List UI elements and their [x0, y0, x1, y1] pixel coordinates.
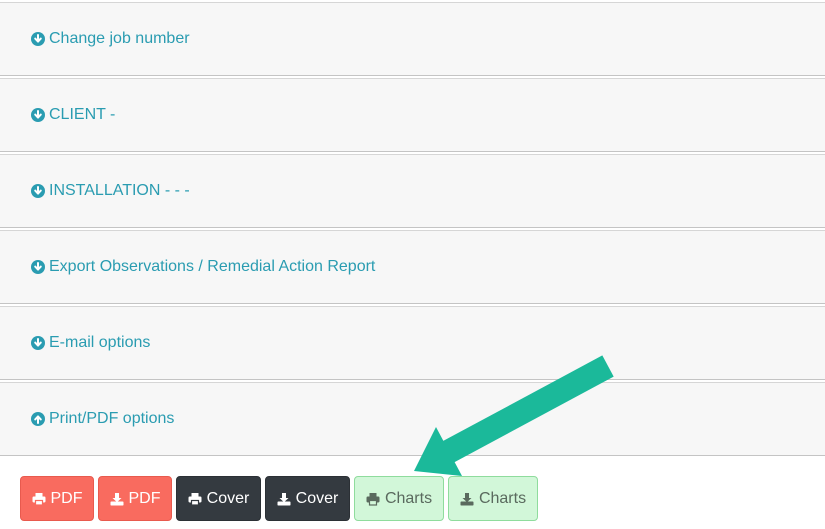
- print-icon: [32, 492, 46, 506]
- panel-client: CLIENT -: [0, 78, 825, 152]
- panel-toggle-client[interactable]: CLIENT -: [31, 106, 115, 124]
- button-label: Cover: [206, 489, 250, 507]
- download-icon: [460, 492, 474, 506]
- panel-print-pdf-options: Print/PDF options: [0, 382, 825, 456]
- print-pdf-button[interactable]: PDF: [20, 476, 94, 521]
- arrow-circle-down-icon: [31, 108, 45, 122]
- download-icon: [277, 492, 291, 506]
- panel-toggle-export-observations[interactable]: Export Observations / Remedial Action Re…: [31, 258, 375, 276]
- panel-toggle-change-job-number[interactable]: Change job number: [31, 30, 190, 48]
- panel-label: Export Observations / Remedial Action Re…: [49, 258, 376, 275]
- button-label: PDF: [50, 489, 83, 507]
- panel-label: Print/PDF options: [49, 410, 175, 427]
- download-charts-button[interactable]: Charts: [448, 476, 538, 521]
- print-icon: [366, 492, 380, 506]
- panel-installation: INSTALLATION - - -: [0, 154, 825, 228]
- button-label: PDF: [128, 489, 161, 507]
- button-label: Cover: [295, 489, 339, 507]
- download-cover-button[interactable]: Cover: [265, 476, 350, 521]
- panel-toggle-email-options[interactable]: E-mail options: [31, 334, 150, 352]
- print-pdf-button-bar: PDF PDF Cover Cover Charts Charts: [0, 456, 825, 529]
- arrow-circle-up-icon: [31, 412, 45, 426]
- panel-label: CLIENT -: [49, 106, 116, 123]
- arrow-circle-down-icon: [31, 32, 45, 46]
- arrow-circle-down-icon: [31, 260, 45, 274]
- print-cover-button[interactable]: Cover: [176, 476, 261, 521]
- panel-label: INSTALLATION - - -: [49, 182, 190, 199]
- download-pdf-button[interactable]: PDF: [98, 476, 172, 521]
- download-icon: [110, 492, 124, 506]
- panel-label: Change job number: [49, 30, 190, 47]
- panel-export-observations: Export Observations / Remedial Action Re…: [0, 230, 825, 304]
- print-charts-button[interactable]: Charts: [354, 476, 444, 521]
- button-label: Charts: [478, 489, 527, 507]
- arrow-circle-down-icon: [31, 336, 45, 350]
- panel-toggle-print-pdf-options[interactable]: Print/PDF options: [31, 410, 174, 428]
- panel-email-options: E-mail options: [0, 306, 825, 380]
- panel-label: E-mail options: [49, 334, 151, 351]
- panel-toggle-installation[interactable]: INSTALLATION - - -: [31, 182, 190, 200]
- panel-change-job-number: Change job number: [0, 2, 825, 76]
- print-icon: [188, 492, 202, 506]
- button-label: Charts: [384, 489, 433, 507]
- arrow-circle-down-icon: [31, 184, 45, 198]
